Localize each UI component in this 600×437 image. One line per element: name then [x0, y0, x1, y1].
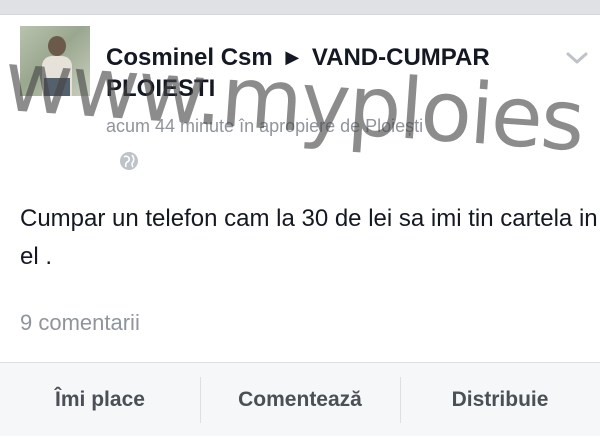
post-header: Cosminel Csm ▶ VAND-CUMPAR [106, 42, 546, 73]
globe-icon [120, 152, 138, 170]
comment-button[interactable]: Comentează [200, 363, 400, 436]
right-arrow-icon: ▶ [285, 47, 300, 67]
avatar-legs [44, 78, 70, 96]
author-name[interactable]: Cosminel Csm [106, 44, 273, 71]
group-name[interactable]: VAND-CUMPAR [312, 44, 490, 71]
chevron-down-icon[interactable] [564, 48, 590, 68]
action-bar: Îmi place Comentează Distribuie [0, 363, 600, 436]
post-text: Cumpar un telefon cam la 30 de lei sa im… [20, 205, 598, 270]
avatar-head [48, 36, 66, 56]
like-button[interactable]: Îmi place [0, 363, 200, 436]
group-name-line2[interactable]: PLOIESTI [106, 74, 215, 104]
top-strip [0, 0, 600, 14]
comments-count[interactable]: 9 comentarii [20, 310, 140, 336]
post-meta[interactable]: acum 44 minute în apropiere de Ploiești [106, 116, 423, 137]
avatar[interactable] [20, 26, 90, 96]
share-button[interactable]: Distribuie [400, 363, 600, 436]
